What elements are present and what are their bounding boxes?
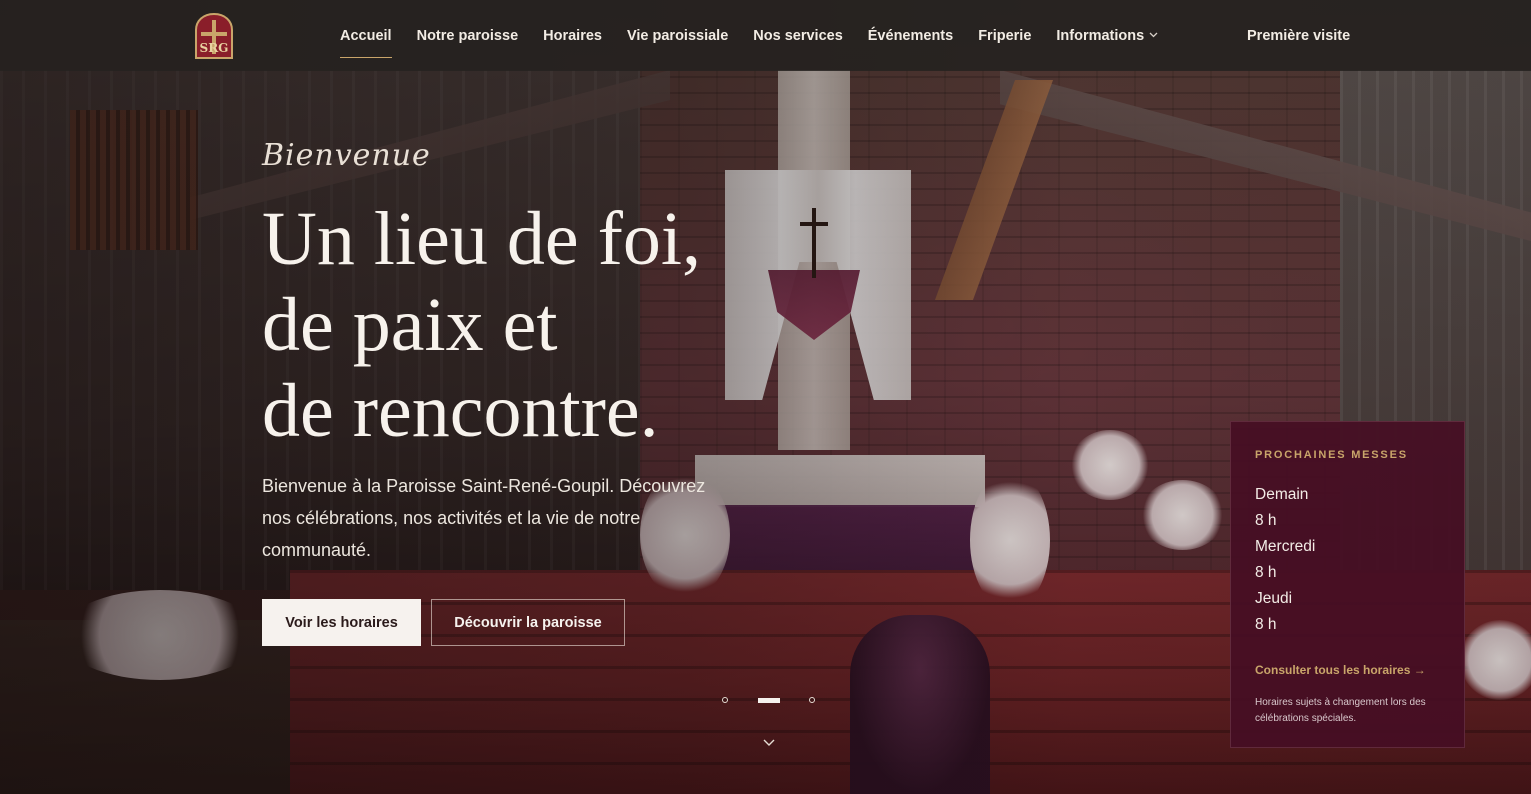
all-schedules-link[interactable]: Consulter tous les horaires → [1255, 663, 1426, 677]
slider-dot-3[interactable] [809, 697, 815, 703]
mass-day: Jeudi [1255, 590, 1293, 607]
chevron-down-icon[interactable] [762, 736, 776, 750]
nav-label: Horaires [543, 27, 602, 44]
mass-time: 8 h [1255, 512, 1277, 529]
headline-line: de rencontre. [262, 369, 659, 453]
nav-label: Événements [867, 27, 954, 44]
mass-list: Demain 8 h Mercredi 8 h Jeudi 8 h [1255, 482, 1315, 638]
nav-notre-paroisse[interactable]: Notre paroisse [417, 0, 519, 71]
hero-intro: Bienvenue à la Paroisse Saint-René-Goupi… [262, 476, 706, 560]
mass-time: 8 h [1255, 616, 1277, 633]
site-header: SRG Accueil Notre paroisse Horaires Vie … [0, 0, 1531, 71]
hero-headline: Un lieu de foi, de paix et de rencontre. [262, 196, 782, 454]
nav-accueil[interactable]: Accueil [340, 0, 392, 71]
hero-eyebrow: Bienvenue [262, 138, 431, 173]
first-visit-link[interactable]: Première visite [1247, 0, 1350, 71]
discover-parish-button[interactable]: Découvrir la paroisse [431, 599, 625, 646]
view-schedule-button[interactable]: Voir les horaires [262, 599, 421, 646]
nav-label: Friperie [978, 27, 1032, 44]
nav-informations[interactable]: Informations [1056, 0, 1158, 71]
parish-logo[interactable]: SRG [193, 12, 235, 60]
nav-horaires[interactable]: Horaires [543, 0, 602, 71]
slider-dot-1[interactable] [722, 697, 728, 703]
nav-label: Notre paroisse [416, 27, 519, 44]
mass-card-title: PROCHAINES MESSES [1255, 449, 1408, 461]
headline-line: de paix et [262, 283, 558, 367]
nav-friperie[interactable]: Friperie [978, 0, 1031, 71]
schedule-note: Horaires sujets à changement lors des cé… [1255, 697, 1426, 724]
upcoming-masses-card: PROCHAINES MESSES Demain 8 h Mercredi 8 … [1230, 421, 1465, 748]
nav-vie-paroissiale[interactable]: Vie paroissiale [627, 0, 728, 71]
slider-dot-2[interactable] [758, 698, 780, 703]
mass-time: 8 h [1255, 564, 1277, 581]
logo-text: SRG [200, 41, 229, 55]
main-nav: Accueil Notre paroisse Horaires Vie paro… [340, 0, 1183, 71]
nav-label: Vie paroissiale [626, 27, 729, 44]
nav-label: Nos services [753, 27, 843, 44]
nav-label: Informations [1056, 27, 1145, 44]
nav-evenements[interactable]: Événements [868, 0, 953, 71]
chevron-down-icon [1149, 30, 1158, 41]
mass-day: Demain [1255, 486, 1309, 503]
mass-day: Mercredi [1255, 538, 1316, 555]
nav-nos-services[interactable]: Nos services [753, 0, 842, 71]
nav-label: Accueil [340, 27, 392, 44]
headline-line: Un lieu de foi, [262, 197, 702, 281]
